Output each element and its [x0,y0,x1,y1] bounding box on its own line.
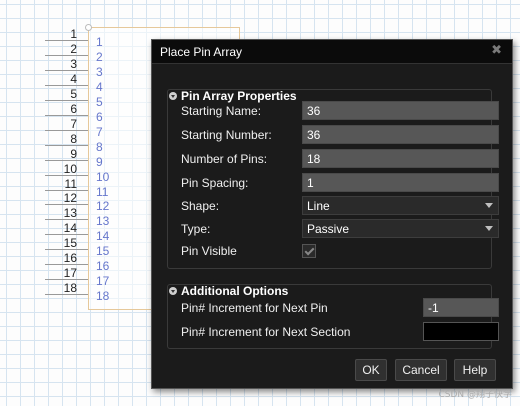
pin-name: 10 [96,170,110,184]
watermark: CSDN @翔子快学 [438,390,512,400]
collapse-icon[interactable] [169,287,177,295]
pin-line[interactable] [45,115,88,116]
increment-next-section-row: Pin# Increment for Next Section [181,322,499,342]
pin-name: 18 [96,289,110,303]
pin-name: 15 [96,244,110,258]
starting-name-field[interactable]: 36 [302,101,499,120]
type-select[interactable]: Passive [302,219,499,238]
type-value: Passive [307,222,350,236]
pin-number: 7 [70,117,77,131]
pin-name: 17 [96,274,110,288]
pin-number: 18 [63,281,77,295]
pin-spacing-field[interactable]: 1 [302,173,499,192]
place-pin-array-dialog: Place Pin Array ✖ Pin Array Properties S… [151,39,513,389]
increment-next-pin-field[interactable]: -1 [423,298,499,317]
shape-label: Shape: [181,199,220,213]
close-icon[interactable]: ✖ [491,44,502,58]
collapse-icon[interactable] [169,92,177,100]
increment-next-pin-label: Pin# Increment for Next Pin [181,301,328,315]
shape-value: Line [307,199,330,213]
pin-name: 9 [96,155,103,169]
pin-line[interactable] [45,145,88,146]
part-origin-marker [85,24,92,31]
pin-name: 4 [96,80,103,94]
starting-number-label: Starting Number: [181,128,272,142]
pin-line[interactable] [45,85,88,86]
pin-name: 3 [96,65,103,79]
pin-visible-row: Pin Visible [181,243,489,263]
number-of-pins-field[interactable]: 18 [302,149,499,168]
pin-name: 8 [96,140,103,154]
pin-number: 15 [63,236,77,250]
chevron-down-icon [485,203,493,208]
pin-number: 14 [63,221,77,235]
starting-name-row: Starting Name: 36 [181,101,499,121]
starting-number-field[interactable]: 36 [302,125,499,144]
pin-line[interactable] [45,160,88,161]
number-of-pins-row: Number of Pins: 18 [181,149,499,169]
additional-options-group: Additional Options Pin# Increment for Ne… [167,284,499,349]
pin-name: 14 [96,229,110,243]
pin-name: 6 [96,110,103,124]
pin-number: 12 [63,191,77,205]
pin-name: 2 [96,50,103,64]
number-of-pins-label: Number of Pins: [181,152,268,166]
increment-next-section-field[interactable] [423,322,499,341]
starting-number-row: Starting Number: 36 [181,125,499,145]
pin-number: 5 [70,87,77,101]
increment-next-section-label: Pin# Increment for Next Section [181,325,351,339]
pin-number: 1 [70,27,77,41]
pin-visible-label: Pin Visible [181,244,237,258]
pin-name: 12 [96,199,110,213]
pin-name: 1 [96,35,103,49]
pin-number: 8 [70,132,77,146]
cancel-button[interactable]: Cancel [395,359,447,381]
pin-line[interactable] [45,100,88,101]
chevron-down-icon [485,226,493,231]
dialog-title: Place Pin Array [160,45,243,59]
pin-line[interactable] [45,70,88,71]
pin-name: 13 [96,214,110,228]
group-title: Additional Options [181,284,289,298]
pin-number: 9 [70,147,77,161]
pin-number: 16 [63,251,77,265]
pin-spacing-label: Pin Spacing: [181,176,249,190]
pin-line[interactable] [45,55,88,56]
pin-number: 4 [70,72,77,86]
starting-name-label: Starting Name: [181,104,262,118]
ok-button[interactable]: OK [355,359,387,381]
pin-number: 6 [70,102,77,116]
type-row: Type: Passive [181,219,499,239]
pin-name: 7 [96,125,103,139]
pin-visible-checkbox[interactable] [302,244,316,258]
pin-spacing-row: Pin Spacing: 1 [181,173,499,193]
shape-select[interactable]: Line [302,196,499,215]
pin-number: 13 [63,206,77,220]
pin-line[interactable] [45,130,88,131]
pin-number: 3 [70,57,77,71]
type-label: Type: [181,222,211,236]
pin-name: 11 [96,185,109,199]
dialog-titlebar[interactable]: Place Pin Array ✖ [152,40,512,64]
pin-name: 5 [96,95,103,109]
pin-number: 2 [70,42,77,56]
pin-number: 11 [64,177,77,191]
increment-next-pin-row: Pin# Increment for Next Pin -1 [181,298,499,318]
help-button[interactable]: Help [454,359,496,381]
pin-array-properties-group: Pin Array Properties Starting Name: 36 S… [167,89,499,269]
additional-options-header[interactable]: Additional Options [169,284,288,298]
shape-row: Shape: Line [181,196,499,216]
pin-number: 17 [63,266,77,280]
pin-line[interactable] [45,40,88,41]
pin-number: 10 [63,162,77,176]
pin-name: 16 [96,259,110,273]
